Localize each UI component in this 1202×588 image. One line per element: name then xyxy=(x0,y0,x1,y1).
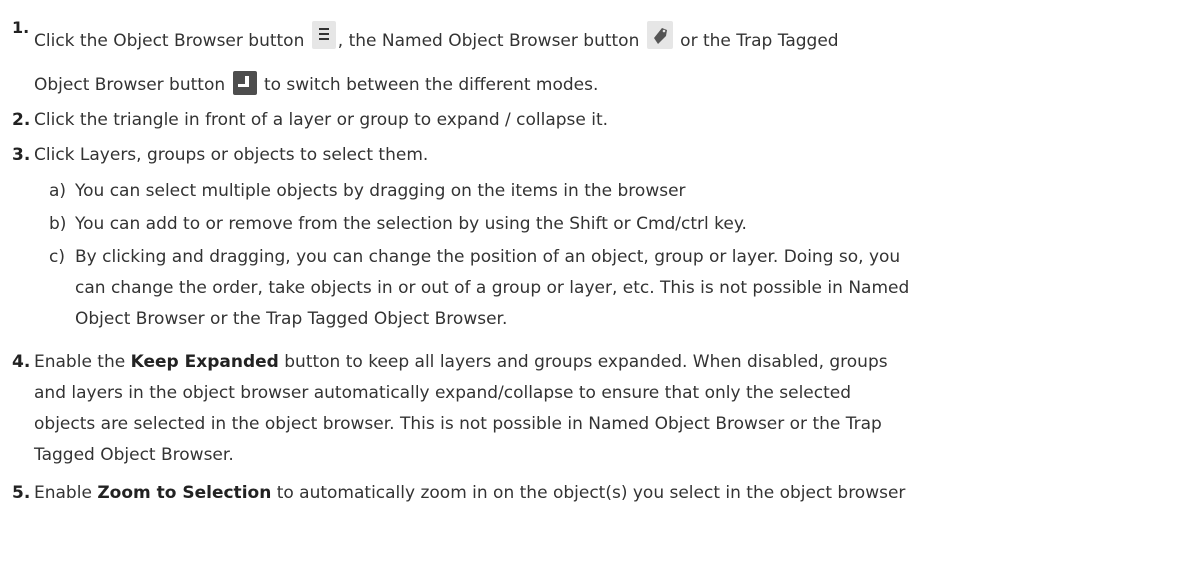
substep-text: can change the order, take objects in or… xyxy=(75,278,910,298)
substep-letter: b) xyxy=(49,214,67,234)
step-number: 1. xyxy=(12,18,30,37)
step-4-line-3: objects are selected in the object brows… xyxy=(34,414,882,434)
zoom-to-selection-label: Zoom to Selection xyxy=(97,483,272,503)
step-number: 4. xyxy=(12,352,31,372)
step-3-text: Click Layers, groups or objects to selec… xyxy=(34,145,429,165)
step-4-line-2: and layers in the object browser automat… xyxy=(34,383,852,403)
step-5-line-1: Enable Zoom to Selection to automaticall… xyxy=(34,483,906,503)
step-number: 3. xyxy=(12,145,31,165)
step-4-line-4: Tagged Object Browser. xyxy=(34,445,234,465)
step-number: 2. xyxy=(12,110,31,130)
step-1-line-1: Click the Object Browser button , the Na… xyxy=(34,21,839,55)
keep-expanded-label: Keep Expanded xyxy=(130,352,279,372)
substep-text: You can select multiple objects by dragg… xyxy=(75,181,686,201)
step-4-line-1: Enable the Keep Expanded button to keep … xyxy=(34,352,888,372)
trap-icon xyxy=(232,71,257,95)
substep-text: Object Browser or the Trap Tagged Object… xyxy=(75,309,508,329)
substep-text: You can add to or remove from the select… xyxy=(75,214,747,234)
list-icon xyxy=(311,21,336,49)
substep-letter: a) xyxy=(49,181,67,201)
step-2-text: Click the triangle in front of a layer o… xyxy=(34,110,609,130)
substep-text: By clicking and dragging, you can change… xyxy=(75,247,901,267)
tag-icon xyxy=(646,21,673,49)
step-number: 5. xyxy=(12,483,31,503)
step-1-line-2: Object Browser button to switch between … xyxy=(34,71,598,98)
substep-letter: c) xyxy=(49,247,65,267)
